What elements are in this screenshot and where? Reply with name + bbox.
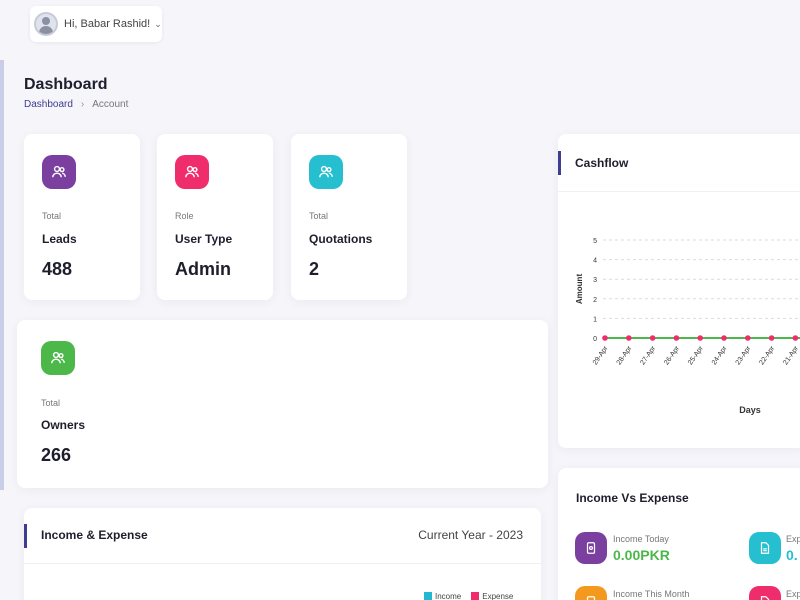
breadcrumb-separator: › — [80, 99, 85, 110]
legend-item-income[interactable]: Income — [424, 592, 461, 600]
x-tick-label: 28-Apr — [616, 345, 634, 367]
x-tick-label: 26-Apr — [663, 345, 681, 367]
period-label: Current Year - 2023 — [418, 528, 523, 542]
data-point[interactable] — [697, 335, 703, 341]
mini-stat-label: Exp — [786, 589, 800, 599]
stat-card-quotations[interactable]: Total Quotations 2 — [291, 134, 407, 300]
legend-swatch-income — [424, 592, 432, 600]
avatar — [34, 12, 58, 36]
data-point[interactable] — [626, 335, 632, 341]
document-icon — [749, 532, 781, 564]
x-tick-label: 21-Apr — [782, 345, 800, 367]
breadcrumb-home-link[interactable]: Dashboard — [24, 99, 73, 110]
data-point[interactable] — [673, 335, 680, 341]
stat-value: 488 — [42, 259, 73, 279]
panel-title: Income & Expense — [41, 528, 148, 542]
chevron-down-icon: ⌄ — [154, 18, 162, 29]
y-axis-ticks: 0 1 2 3 4 5 — [593, 238, 597, 343]
document-icon — [749, 586, 781, 600]
x-tick-label: 24-Apr — [711, 345, 729, 367]
data-point[interactable] — [768, 335, 775, 341]
x-tick-label: 25-Apr — [687, 345, 705, 367]
mini-stat-label: Income This Month — [613, 589, 690, 599]
legend-item-expense[interactable]: Expense — [471, 592, 513, 600]
data-point[interactable] — [602, 335, 608, 341]
wallet-icon — [575, 586, 607, 600]
stat-card-leads[interactable]: Total Leads 488 — [24, 134, 140, 300]
x-tick-label: 23-Apr — [735, 345, 753, 367]
users-icon — [309, 155, 343, 189]
stat-label: Leads — [42, 232, 77, 246]
legend-swatch-expense — [471, 592, 480, 600]
y-tick-label: 0 — [593, 336, 597, 343]
mini-stat-label: Exp — [786, 534, 800, 544]
y-tick-label: 1 — [593, 316, 597, 323]
income-expense-panel: Income & Expense Current Year - 2023 Inc… — [24, 508, 541, 600]
x-tick-label: 29-Apr — [592, 345, 610, 367]
mini-stat-value: 0. — [786, 547, 798, 563]
chart-grid — [603, 239, 800, 339]
wallet-icon — [575, 532, 607, 564]
chart-legend: Income Expense — [424, 592, 513, 600]
panel-title: Cashflow — [575, 156, 629, 170]
y-tick-label: 2 — [593, 297, 597, 304]
data-point[interactable] — [745, 335, 751, 341]
top-bar: Hi, Babar Rashid! ⌄ — [0, 0, 800, 46]
panel-header: Cashflow — [558, 134, 800, 192]
data-point[interactable] — [649, 335, 656, 341]
panel-header: Income & Expense Current Year - 2023 — [24, 508, 541, 564]
stat-small-label: Role — [175, 211, 194, 221]
x-tick-label: 22-Apr — [758, 345, 776, 367]
mini-stat-value: 0.00PKR — [613, 547, 670, 563]
stat-small-label: Total — [41, 398, 61, 408]
panel-accent-bar — [24, 524, 27, 548]
y-tick-label: 4 — [593, 258, 597, 265]
data-point[interactable] — [792, 335, 799, 341]
stat-label: User Type — [175, 232, 233, 246]
user-greeting: Hi, Babar Rashid! — [64, 18, 151, 30]
stat-small-label: Total — [309, 211, 329, 221]
income-vs-expense-panel: Income Vs Expense Income Today 0.00PKR E… — [558, 468, 800, 600]
stat-label: Owners — [41, 418, 86, 432]
y-tick-label: 3 — [593, 277, 597, 284]
y-axis-label: Amount — [575, 274, 584, 305]
mini-stat-label: Income Today — [613, 534, 669, 544]
user-menu[interactable]: Hi, Babar Rashid! ⌄ — [30, 6, 162, 42]
x-tick-label: 27-Apr — [639, 345, 657, 367]
stat-small-label: Total — [42, 211, 62, 221]
stat-value: 2 — [309, 259, 320, 279]
x-axis-label: Days — [739, 405, 761, 415]
stat-value: 266 — [41, 445, 72, 465]
legend-label: Expense — [482, 592, 514, 600]
stat-card-owners[interactable]: Total Owners 266 — [17, 320, 548, 488]
stat-label: Quotations — [309, 232, 373, 246]
breadcrumb-current: Account — [92, 99, 129, 110]
cashflow-chart: 0 1 2 3 4 5 29-Apr 28-Apr 27-Apr 26-Apr 25-Apr 24-… — [575, 238, 800, 415]
y-tick-label: 5 — [593, 238, 597, 245]
left-accent-bar — [0, 60, 4, 490]
breadcrumb: Dashboard › Account — [24, 99, 128, 110]
stat-value: Admin — [175, 259, 231, 279]
stat-card-user-type[interactable]: Role User Type Admin — [157, 134, 273, 300]
x-axis-ticks: 29-Apr 28-Apr 27-Apr 26-Apr 25-Apr 24-Apr 23-A… — [592, 345, 800, 367]
cashflow-panel: Cashflow 0 1 2 3 4 5 29-Apr 28-Apr 27-Apr 26-Apr… — [558, 134, 800, 448]
users-icon — [42, 155, 76, 189]
panel-title: Income Vs Expense — [576, 491, 689, 505]
panel-accent-bar — [558, 151, 561, 175]
users-icon — [41, 341, 75, 375]
page-title: Dashboard — [24, 76, 108, 93]
data-point[interactable] — [721, 335, 727, 341]
users-icon — [175, 155, 209, 189]
legend-label: Income — [435, 592, 462, 600]
